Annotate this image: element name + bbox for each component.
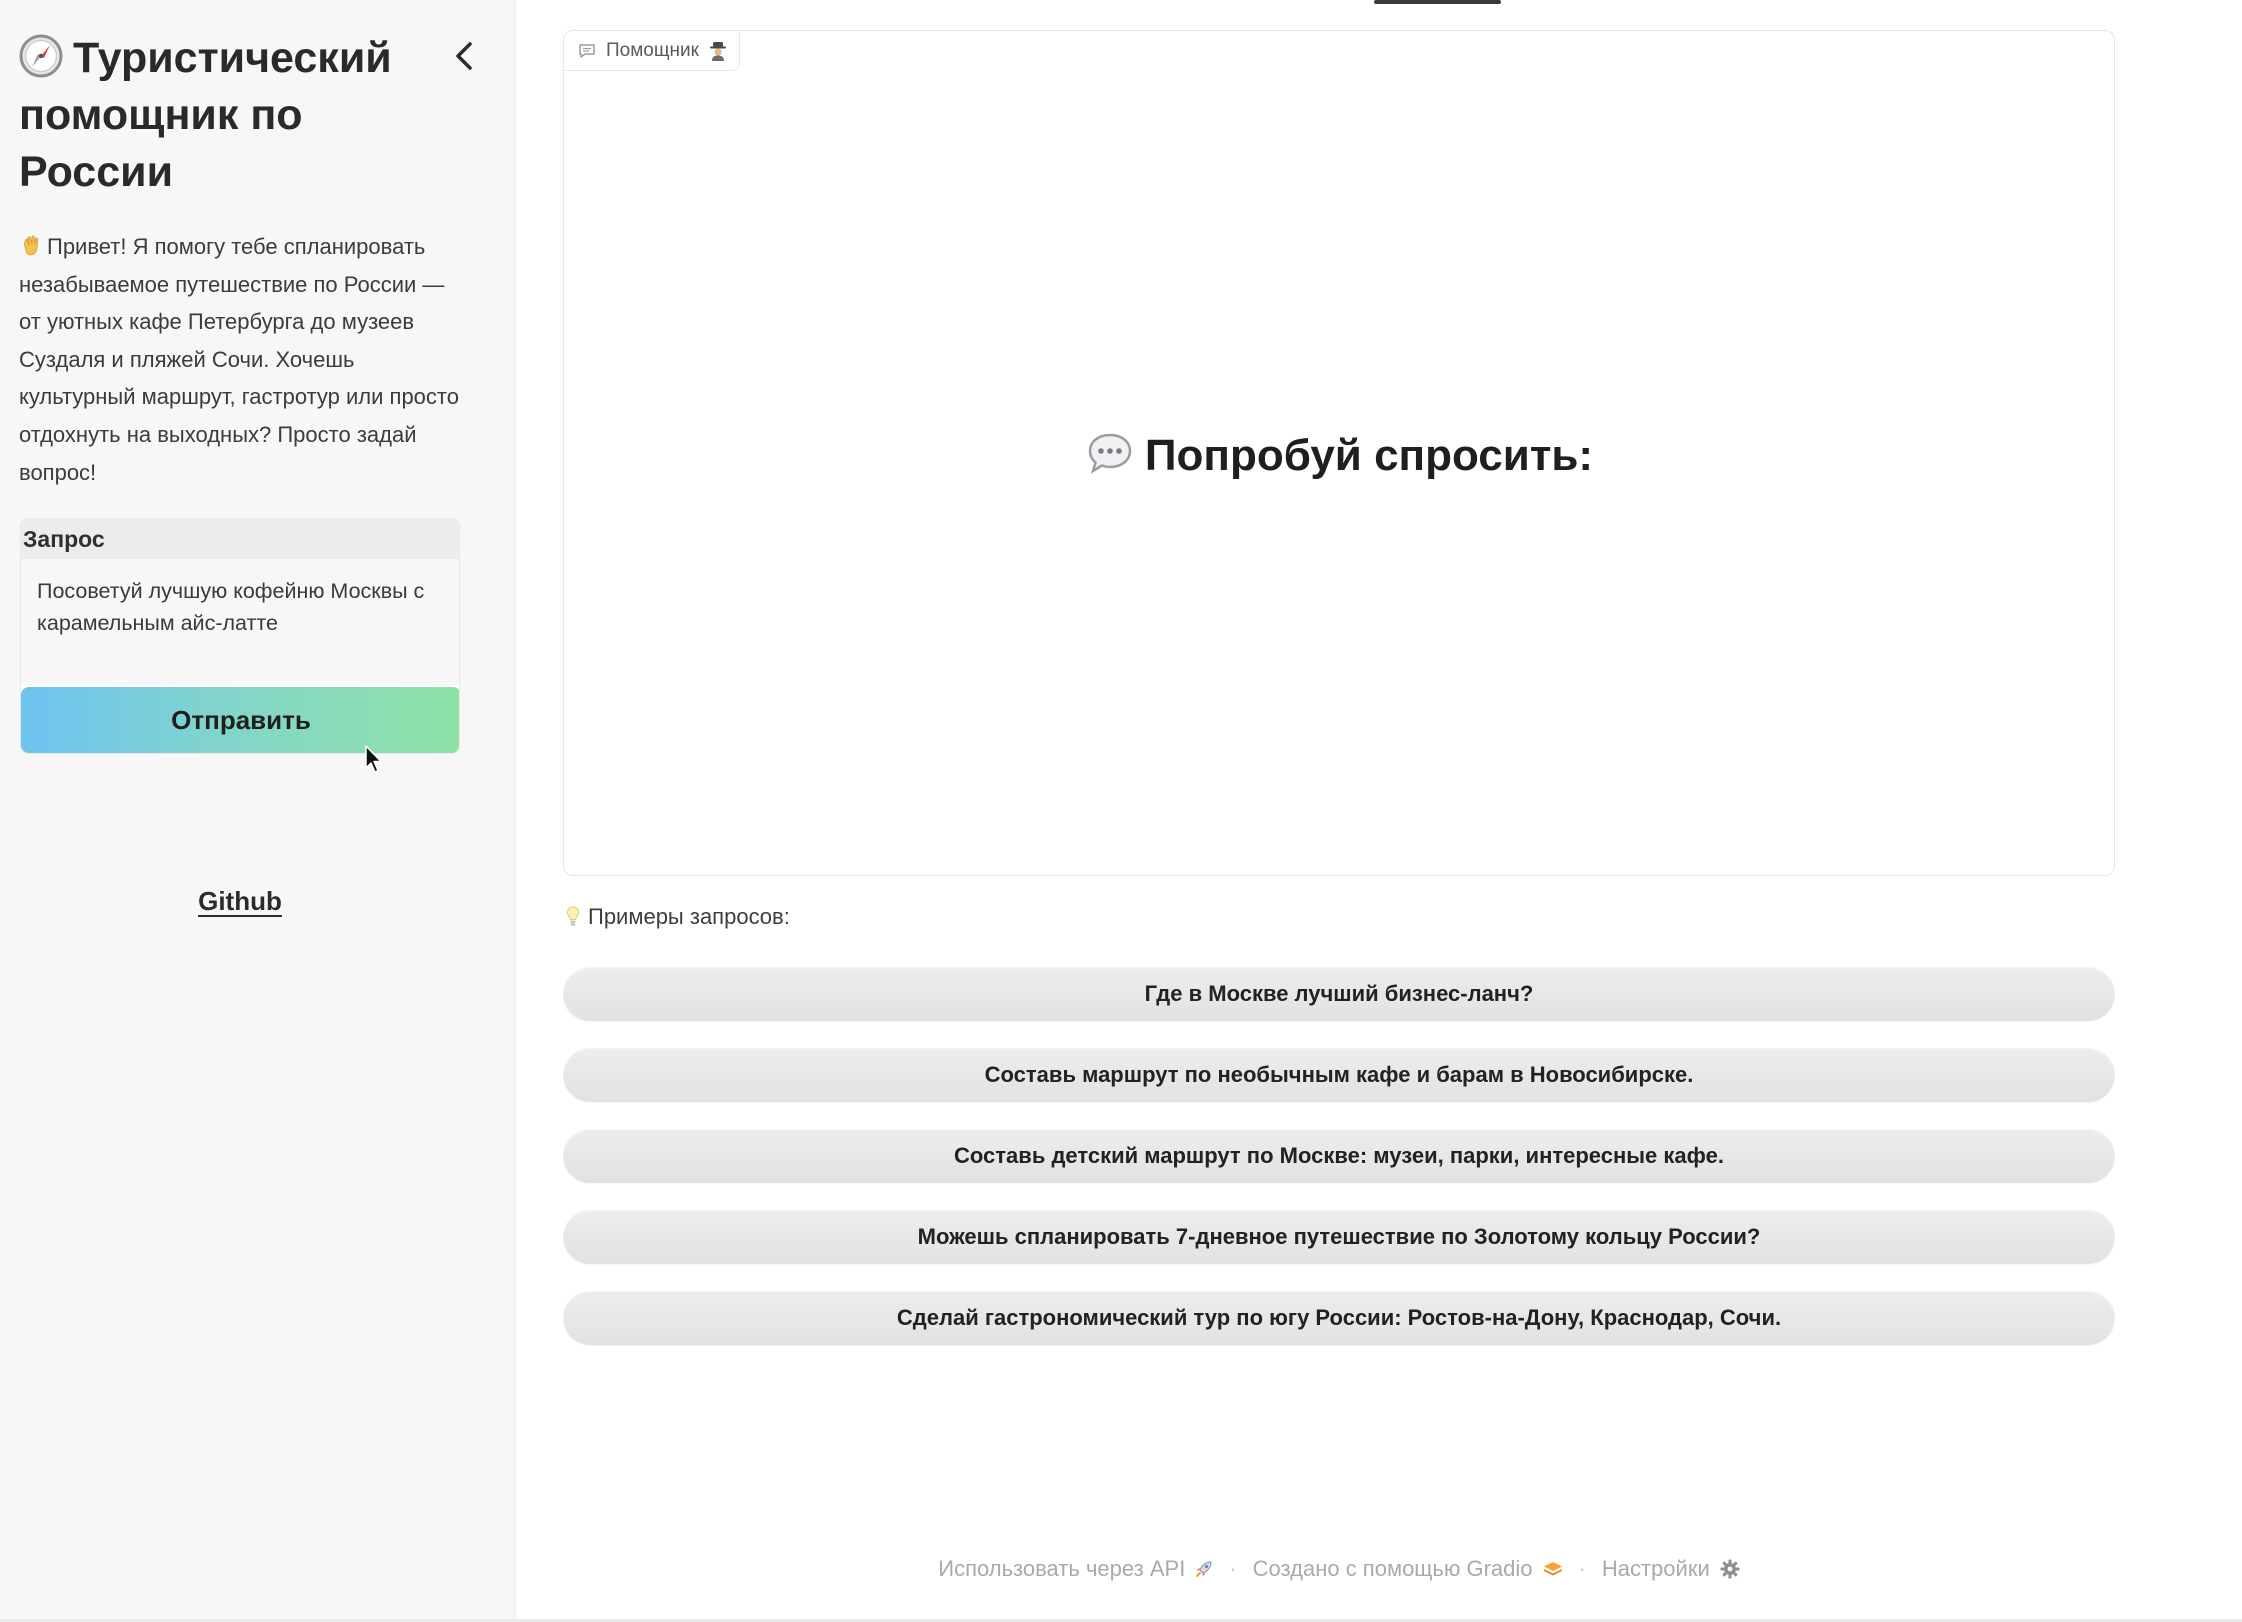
app-window: Туристический помощник по России Привет!… (0, 0, 2242, 1622)
gradio-logo-icon (1543, 1562, 1562, 1576)
sidebar-collapse-button[interactable] (448, 36, 482, 76)
app-title-text: Туристический помощник по России (19, 34, 392, 196)
query-label: Запрос (21, 519, 459, 559)
chat-placeholder: Попробуй спросить: (564, 431, 2116, 481)
active-tab-indicator (1374, 0, 1501, 4)
chat-placeholder-text: Попробуй спросить: (1144, 431, 1594, 480)
chevron-left-icon (456, 42, 472, 70)
example-button-south-food-tour[interactable]: Сделай гастрономический тур по югу Росси… (563, 1291, 2115, 1345)
chatbot-label-text: Помощник (606, 39, 699, 61)
footer: Использовать через API · Создано с помощ… (563, 1556, 2115, 1582)
sidebar: Туристический помощник по России Привет!… (0, 0, 516, 1622)
built-with-gradio-link[interactable]: Создано с помощью Gradio (1253, 1556, 1563, 1582)
use-via-api-text: Использовать через API (938, 1556, 1186, 1581)
waving-hand-icon (24, 235, 39, 256)
app-title: Туристический помощник по России (19, 30, 439, 201)
speech-bubble-icon (1088, 433, 1132, 474)
example-button-novosibirsk[interactable]: Составь маршрут по необычным кафе и бара… (563, 1048, 2115, 1102)
example-button-business-lunch[interactable]: Где в Москве лучший бизнес-ланч? (563, 967, 2115, 1021)
github-link[interactable]: Github (0, 886, 480, 917)
send-button[interactable]: Отправить (21, 687, 459, 753)
detective-icon (709, 41, 726, 61)
built-with-gradio-text: Создано с помощью Gradio (1252, 1556, 1533, 1581)
examples-list: Где в Москве лучший бизнес-ланч? Составь… (563, 967, 2115, 1372)
use-via-api-link[interactable]: Использовать через API (938, 1556, 1213, 1582)
rocket-icon (1196, 1561, 1212, 1577)
query-input[interactable]: Посоветуй лучшую кофейню Москвы с караме… (21, 559, 459, 685)
example-button-golden-ring[interactable]: Можешь спланировать 7-дневное путешестви… (563, 1210, 2115, 1264)
footer-separator: · (1578, 1556, 1586, 1581)
settings-link[interactable]: Настройки (1602, 1556, 1740, 1582)
examples-label: Примеры запросов: (566, 904, 790, 930)
intro-text: Привет! Я помогу тебе спланировать незаб… (19, 234, 459, 485)
compass-icon (19, 34, 63, 78)
lightbulb-icon (566, 906, 580, 926)
chat-bubble-icon (579, 43, 595, 58)
example-button-kids-moscow[interactable]: Составь детский маршрут по Москве: музеи… (563, 1129, 2115, 1183)
settings-text: Настройки (1601, 1556, 1710, 1581)
intro-text-block: Привет! Я помогу тебе спланировать незаб… (19, 228, 469, 491)
examples-label-text: Примеры запросов: (588, 904, 790, 929)
query-block: Запрос Посоветуй лучшую кофейню Москвы с… (20, 518, 460, 754)
chatbot-panel: Помощник Попробуй спросить: (563, 30, 2115, 876)
gear-icon (1720, 1559, 1740, 1579)
footer-separator: · (1229, 1556, 1237, 1581)
chatbot-label: Помощник (564, 31, 740, 71)
